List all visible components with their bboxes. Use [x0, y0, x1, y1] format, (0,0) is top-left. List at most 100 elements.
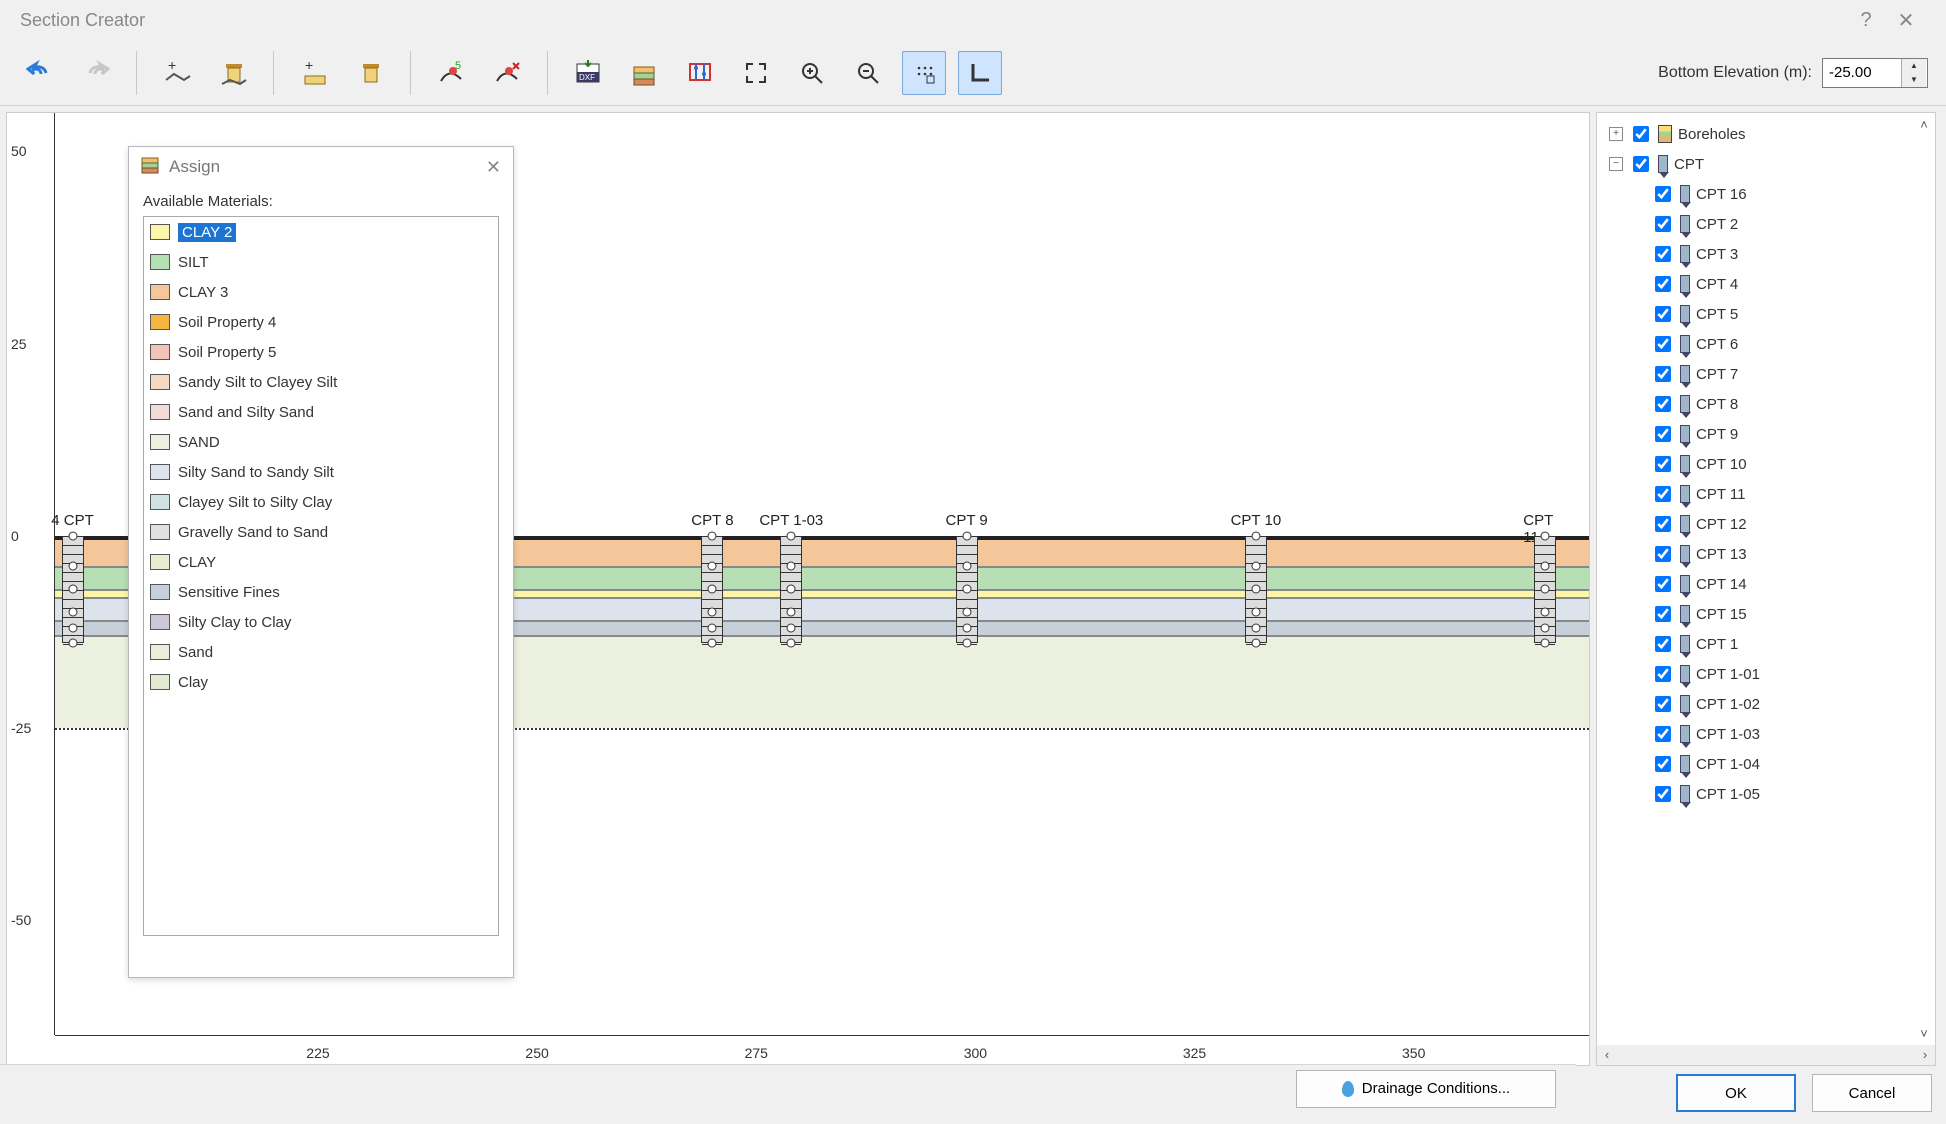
tree-cpt-item[interactable]: CPT 14	[1603, 569, 1935, 599]
zoom-in-button[interactable]	[790, 51, 834, 95]
layer-node[interactable]	[1541, 623, 1550, 632]
layer-node[interactable]	[1251, 562, 1260, 571]
tree-cpt-item[interactable]: CPT 3	[1603, 239, 1935, 269]
tree-checkbox[interactable]	[1655, 486, 1671, 502]
layer-node[interactable]	[708, 562, 717, 571]
tree-cpt-item[interactable]: CPT 4	[1603, 269, 1935, 299]
layer-node[interactable]	[787, 623, 796, 632]
layer-node[interactable]	[708, 531, 717, 540]
tree-checkbox[interactable]	[1655, 666, 1671, 682]
layer-node[interactable]	[68, 623, 77, 632]
tree-cpt-item[interactable]: CPT 1-01	[1603, 659, 1935, 689]
tree-checkbox[interactable]	[1655, 276, 1671, 292]
material-item[interactable]: Silty Sand to Sandy Silt	[144, 457, 498, 487]
tree-checkbox[interactable]	[1655, 516, 1671, 532]
material-item[interactable]: Soil Property 4	[144, 307, 498, 337]
spin-down-icon[interactable]: ▼	[1902, 73, 1926, 87]
tree-checkbox[interactable]	[1655, 756, 1671, 772]
layer-node[interactable]	[68, 585, 77, 594]
bottom-elevation-input[interactable]: ▲▼	[1822, 58, 1928, 88]
undo-button[interactable]	[18, 51, 62, 95]
show-axes-button[interactable]	[958, 51, 1002, 95]
tree-checkbox[interactable]	[1655, 426, 1671, 442]
material-item[interactable]: SAND	[144, 427, 498, 457]
materials-list[interactable]: CLAY 2SILTCLAY 3Soil Property 4Soil Prop…	[143, 216, 499, 936]
material-item[interactable]: Soil Property 5	[144, 337, 498, 367]
delete-boundary-button[interactable]	[211, 51, 255, 95]
tree-cpt-item[interactable]: CPT 12	[1603, 509, 1935, 539]
layer-node[interactable]	[1251, 608, 1260, 617]
tree-cpt-item[interactable]: CPT 6	[1603, 329, 1935, 359]
tree-checkbox[interactable]	[1655, 246, 1671, 262]
tree-cpt-item[interactable]: CPT 2	[1603, 209, 1935, 239]
export-dxf-button[interactable]: DXF	[566, 51, 610, 95]
delete-layer-button[interactable]	[348, 51, 392, 95]
snap-grid-button[interactable]	[902, 51, 946, 95]
tree-cpt-item[interactable]: CPT 1-02	[1603, 689, 1935, 719]
scroll-down-icon[interactable]: ˅	[1915, 1026, 1933, 1041]
tree-cpt-item[interactable]: CPT 1-04	[1603, 749, 1935, 779]
spin-up-icon[interactable]: ▲	[1902, 59, 1926, 73]
tree-checkbox[interactable]	[1655, 186, 1671, 202]
layer-node[interactable]	[962, 608, 971, 617]
layer-node[interactable]	[787, 562, 796, 571]
layer-node[interactable]	[68, 562, 77, 571]
tree-cpt-item[interactable]: CPT 15	[1603, 599, 1935, 629]
redo-button[interactable]	[74, 51, 118, 95]
cancel-button[interactable]: Cancel	[1812, 1074, 1932, 1112]
assign-material-button[interactable]	[622, 51, 666, 95]
layer-node[interactable]	[68, 608, 77, 617]
tree-checkbox[interactable]	[1655, 306, 1671, 322]
material-item[interactable]: Clay	[144, 667, 498, 697]
layer-node[interactable]	[787, 531, 796, 540]
tree-cpt-item[interactable]: CPT 9	[1603, 419, 1935, 449]
material-item[interactable]: Silty Clay to Clay	[144, 607, 498, 637]
layer-node[interactable]	[787, 608, 796, 617]
material-item[interactable]: Clayey Silt to Silty Clay	[144, 487, 498, 517]
layer-node[interactable]	[1541, 608, 1550, 617]
tree-checkbox[interactable]	[1655, 396, 1671, 412]
layer-node[interactable]	[1251, 585, 1260, 594]
layer-node[interactable]	[708, 608, 717, 617]
drainage-conditions-button[interactable]: Drainage Conditions...	[1296, 1070, 1556, 1108]
tree-cpt-item[interactable]: CPT 1-03	[1603, 719, 1935, 749]
collapse-icon[interactable]: −	[1609, 157, 1623, 171]
layer-node[interactable]	[1251, 623, 1260, 632]
material-item[interactable]: CLAY 2	[144, 217, 498, 247]
tree-checkbox[interactable]	[1655, 636, 1671, 652]
layer-node[interactable]	[962, 585, 971, 594]
tree-cpt-item[interactable]: CPT 8	[1603, 389, 1935, 419]
tree-cpt-item[interactable]: CPT 7	[1603, 359, 1935, 389]
layer-node[interactable]	[962, 623, 971, 632]
add-node-button[interactable]: 5	[429, 51, 473, 95]
layer-node[interactable]	[708, 623, 717, 632]
tree-checkbox[interactable]	[1655, 546, 1671, 562]
layer-node[interactable]	[962, 562, 971, 571]
tree-cpt[interactable]: −CPT	[1603, 149, 1935, 179]
section-settings-button[interactable]	[678, 51, 722, 95]
layer-node[interactable]	[708, 585, 717, 594]
tree-checkbox[interactable]	[1655, 576, 1671, 592]
tree-hscroll[interactable]: ‹›	[1597, 1045, 1935, 1065]
layer-node[interactable]	[68, 531, 77, 540]
tree-cpt-item[interactable]: CPT 16	[1603, 179, 1935, 209]
bottom-elevation-field[interactable]	[1823, 59, 1901, 87]
tree-checkbox[interactable]	[1655, 366, 1671, 382]
tree-cpt-item[interactable]: CPT 13	[1603, 539, 1935, 569]
zoom-extents-button[interactable]	[734, 51, 778, 95]
material-item[interactable]: Gravelly Sand to Sand	[144, 517, 498, 547]
tree-cpt-item[interactable]: CPT 1-05	[1603, 779, 1935, 809]
expand-icon[interactable]: +	[1609, 127, 1623, 141]
ok-button[interactable]: OK	[1676, 1074, 1796, 1112]
layer-node[interactable]	[1251, 531, 1260, 540]
layer-node[interactable]	[787, 585, 796, 594]
tree-boreholes[interactable]: +Boreholes	[1603, 119, 1935, 149]
tree-checkbox[interactable]	[1633, 126, 1649, 142]
delete-node-button[interactable]	[485, 51, 529, 95]
zoom-out-button[interactable]	[846, 51, 890, 95]
tree-cpt-item[interactable]: CPT 11	[1603, 479, 1935, 509]
add-layer-button[interactable]: +	[292, 51, 336, 95]
tree-checkbox[interactable]	[1655, 456, 1671, 472]
tree-checkbox[interactable]	[1655, 726, 1671, 742]
add-boundary-button[interactable]: +	[155, 51, 199, 95]
